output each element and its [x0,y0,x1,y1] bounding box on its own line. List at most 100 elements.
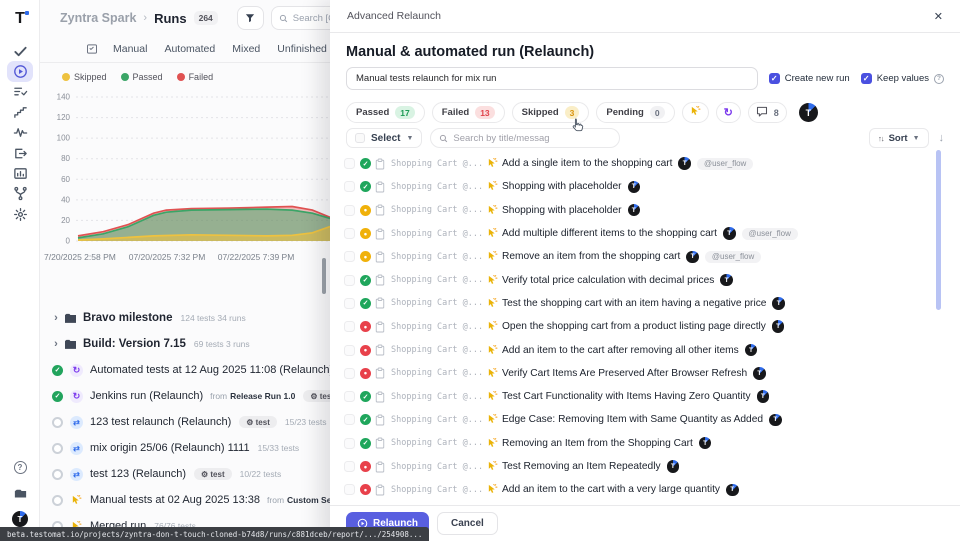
keep-values-option[interactable]: ✓ Keep values ? [861,73,944,84]
test-row[interactable]: ✓Shopping Cart @...Shopping with placeho… [330,175,960,198]
cancel-button[interactable]: Cancel [437,512,498,535]
sidebar-item-list-check-icon[interactable] [7,82,33,102]
keep-values-checkbox[interactable]: ✓ [861,73,872,84]
test-row[interactable]: ✓Shopping Cart @...Removing an Item from… [330,432,960,455]
test-checkbox[interactable] [344,461,355,472]
filter-pill-automated-run-icon[interactable]: ↻ [716,102,741,123]
sort-button[interactable]: ↑↓ Sort ▼ [869,128,928,148]
sidebar-item-runs-icon[interactable] [7,61,33,81]
left-panel-scrollbar[interactable] [322,258,326,294]
test-row[interactable]: •Shopping Cart @...Add an item to the ca… [330,478,960,501]
select-all-checkbox[interactable] [355,133,365,143]
breadcrumb-project[interactable]: Zyntra Spark [60,11,136,25]
create-new-run-option[interactable]: ✓ Create new run [769,73,850,84]
tab-mixed[interactable]: Mixed [232,43,260,55]
test-title[interactable]: Shopping with placeholder [502,205,622,216]
test-row[interactable]: •Shopping Cart @...Add an item to the ca… [330,338,960,361]
test-row[interactable]: ✓Shopping Cart @...Verify total price ca… [330,268,960,291]
test-row[interactable]: •Shopping Cart @...Open the shopping car… [330,315,960,338]
test-row[interactable]: ✓Shopping Cart @...Test the shopping car… [330,292,960,315]
select-dropdown[interactable]: Select ▼ [346,128,422,148]
test-checkbox[interactable] [344,275,355,286]
test-row[interactable]: ✓Shopping Cart @...Add a single item to … [330,152,960,175]
tab-manual[interactable]: Manual [113,43,147,55]
test-title[interactable]: Add an item to the cart with a very larg… [502,484,720,495]
tests-search-input[interactable] [453,133,611,144]
folders-icon[interactable] [7,483,33,503]
sidebar-item-gear-icon[interactable] [7,204,33,224]
filter-pill-comments[interactable]: 8 [748,102,787,123]
help-icon[interactable]: ? [7,457,33,477]
test-checkbox[interactable] [344,368,355,379]
download-icon[interactable]: ↓ [939,132,945,144]
tests-search-box[interactable] [430,128,620,148]
breadcrumb-section[interactable]: Runs [154,11,187,26]
sidebar-item-check-icon[interactable] [7,41,33,61]
test-row[interactable]: •Shopping Cart @...Add multiple differen… [330,222,960,245]
app-logo[interactable]: T [0,4,40,34]
sidebar-item-export-icon[interactable] [7,143,33,163]
test-title[interactable]: Add an item to the cart after removing a… [502,345,739,356]
test-row[interactable]: •Shopping Cart @...Remove an item from t… [330,245,960,268]
close-icon[interactable]: ✕ [934,10,943,23]
test-title[interactable]: Test Cart Functionality with Items Havin… [502,391,751,402]
chevron-right-icon[interactable]: › [52,312,60,324]
tab-unfinished[interactable]: Unfinished [277,43,327,55]
run-group-title[interactable]: Bravo milestone [83,312,172,324]
test-title[interactable]: Verify total price calculation with deci… [502,275,714,286]
run-group-title[interactable]: Build: Version 7.15 [83,338,186,350]
test-title[interactable]: Edge Case: Removing Item with Same Quant… [502,414,763,425]
test-title[interactable]: Open the shopping cart from a product li… [502,321,766,332]
run-name-input[interactable] [346,67,758,90]
test-row[interactable]: ✓Shopping Cart @...Test Cart Functionali… [330,385,960,408]
test-title[interactable]: Test Removing an Item Repeatedly [502,461,661,472]
test-checkbox[interactable] [344,228,355,239]
modal-scrollbar[interactable] [936,150,941,310]
test-row[interactable]: ✓Shopping Cart @...Edge Case: Removing I… [330,408,960,431]
test-checkbox[interactable] [344,205,355,216]
test-row[interactable]: •Shopping Cart @...Test Removing an Item… [330,455,960,478]
chevron-right-icon[interactable]: › [52,338,60,350]
sidebar-item-report-icon[interactable] [7,163,33,183]
run-title[interactable]: Jenkins run (Relaunch) [90,390,203,402]
test-checkbox[interactable] [344,391,355,402]
test-title[interactable]: Shopping with placeholder [502,181,622,192]
test-title[interactable]: Test the shopping cart with an item havi… [502,298,766,309]
test-tag[interactable]: @user_flow [705,251,761,263]
test-title[interactable]: Add multiple different items to the shop… [502,228,717,239]
test-title[interactable]: Add a single item to the shopping cart [502,158,672,169]
test-checkbox[interactable] [344,251,355,262]
test-checkbox[interactable] [344,158,355,169]
test-checkbox[interactable] [344,321,355,332]
test-title[interactable]: Verify Cart Items Are Preserved After Br… [502,368,747,379]
run-title[interactable]: 123 test relaunch (Relaunch) [90,416,231,428]
user-logo-avatar[interactable]: T [7,509,33,529]
test-title[interactable]: Removing an Item from the Shopping Cart [502,438,693,449]
filter-pill-pending[interactable]: Pending0 [596,102,674,123]
test-checkbox[interactable] [344,345,355,356]
run-title[interactable]: mix origin 25/06 (Relaunch) 1111 [90,442,250,454]
run-title[interactable]: test 123 (Relaunch) [90,468,186,480]
assignee-avatar[interactable]: T [799,103,818,122]
filter-pill-manual-run-icon[interactable] [682,102,709,123]
test-tag[interactable]: @user_flow [742,228,798,240]
filter-pill-failed[interactable]: Failed13 [432,102,505,123]
sidebar-item-steps-icon[interactable] [7,102,33,122]
sidebar-item-branch-icon[interactable] [7,184,33,204]
runs-view-icon[interactable] [86,43,98,55]
run-title[interactable]: Manual tests at 02 Aug 2025 13:38 [90,494,260,506]
tab-automated[interactable]: Automated [164,43,215,55]
test-checkbox[interactable] [344,414,355,425]
sidebar-item-pulse-icon[interactable] [7,123,33,143]
test-checkbox[interactable] [344,438,355,449]
test-row[interactable]: •Shopping Cart @...Verify Cart Items Are… [330,362,960,385]
test-checkbox[interactable] [344,298,355,309]
test-tag[interactable]: @user_flow [697,158,753,170]
run-title[interactable]: Automated tests at 12 Aug 2025 11:08 (Re… [90,364,333,376]
create-new-run-checkbox[interactable]: ✓ [769,73,780,84]
filter-pill-passed[interactable]: Passed17 [346,102,425,123]
test-checkbox[interactable] [344,181,355,192]
test-checkbox[interactable] [344,484,355,495]
test-title[interactable]: Remove an item from the shopping cart [502,251,680,262]
filter-button[interactable] [237,6,264,30]
